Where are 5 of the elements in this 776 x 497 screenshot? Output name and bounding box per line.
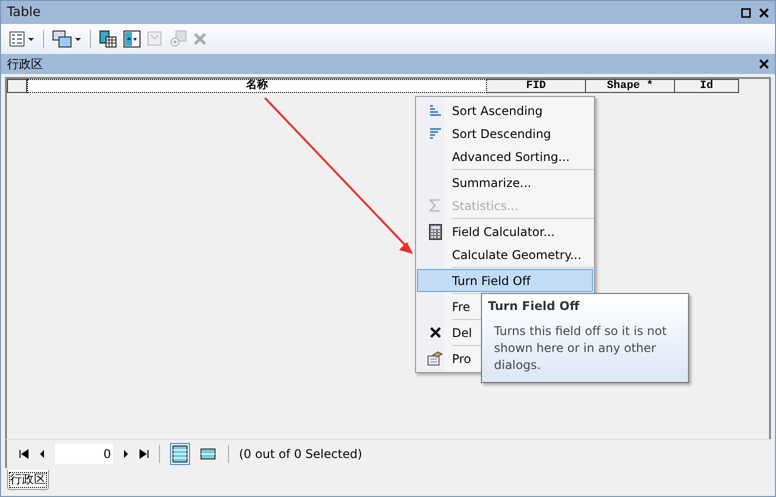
selection-status: (0 out of 0 Selected) — [239, 447, 362, 461]
tooltip-title: Turn Field Off — [488, 299, 580, 313]
tooltip-text: Turns this field off so it is not shown here or in any other dialogs. — [494, 323, 668, 374]
window-title: Table — [7, 5, 41, 20]
table-title: 行政区 — [7, 56, 43, 72]
